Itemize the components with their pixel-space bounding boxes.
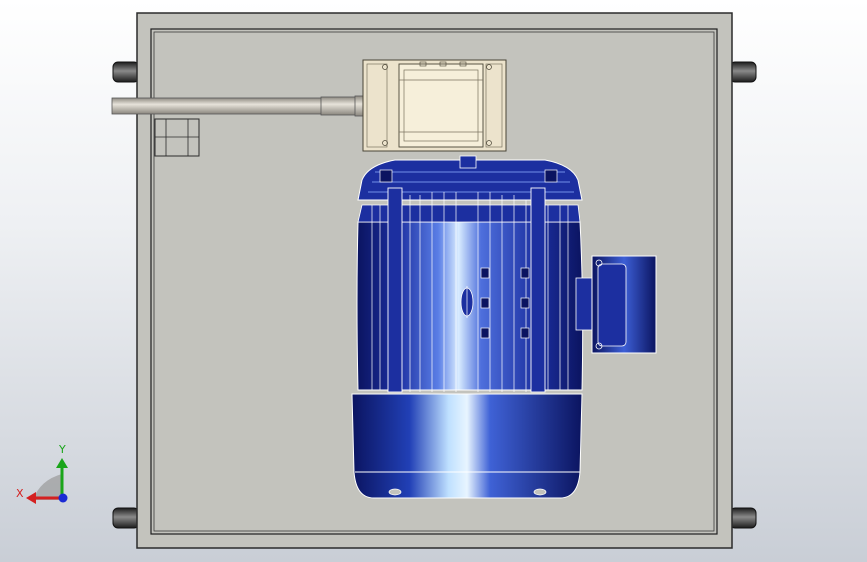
y-axis-arrow-head	[56, 458, 68, 468]
lifting-rib-left	[387, 187, 403, 393]
conduit-shaft[interactable]	[111, 95, 364, 117]
foot-bottom-right	[729, 507, 757, 529]
foot-top-left	[112, 61, 140, 83]
junction-box[interactable]	[362, 59, 507, 152]
motor-side-terminal-box[interactable]	[591, 255, 657, 354]
triad-y-label: Y	[59, 443, 66, 456]
model-view[interactable]	[0, 0, 867, 562]
motor-base	[351, 393, 583, 499]
foot-top-right	[729, 61, 757, 83]
cad-graphics-viewport[interactable]: Y X	[0, 0, 867, 562]
coordinate-triad	[26, 458, 68, 504]
x-axis-arrow-head	[26, 492, 36, 504]
foot-bottom-left	[112, 507, 140, 529]
z-axis-dot	[58, 493, 68, 503]
lifting-rib-right	[530, 187, 546, 393]
triad-x-label: X	[16, 487, 24, 500]
